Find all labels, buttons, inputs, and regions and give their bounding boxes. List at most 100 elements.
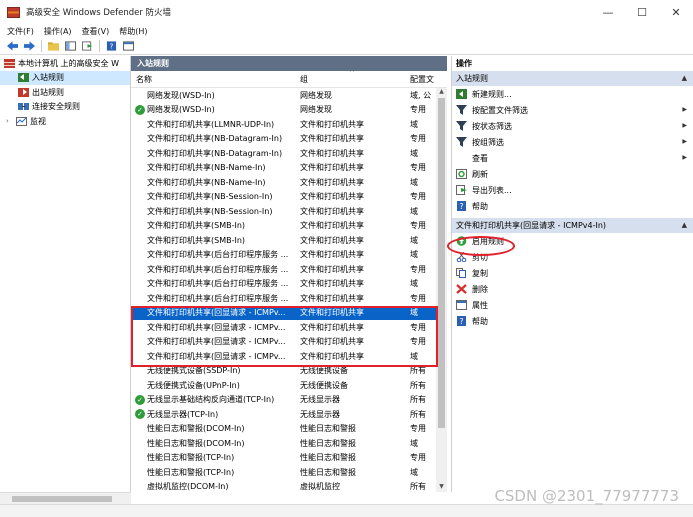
table-row[interactable]: 文件和打印机共享(NB-Name-In) 文件和打印机共享 域 bbox=[131, 175, 436, 190]
action-item[interactable]: 刷新 bbox=[452, 166, 693, 182]
action-item[interactable]: ? 帮助 bbox=[452, 313, 693, 329]
rule-group: 文件和打印机共享 bbox=[300, 293, 364, 303]
tree-item-inbound-rules[interactable]: 入站规则 bbox=[0, 70, 130, 85]
table-row[interactable]: 文件和打印机共享(LLMNR-UDP-In) 文件和打印机共享 域 bbox=[131, 117, 436, 132]
collapse-caret-icon[interactable]: ▲ bbox=[682, 221, 687, 229]
forward-button[interactable] bbox=[22, 40, 36, 53]
rule-profile: 域 bbox=[410, 438, 418, 448]
action-item[interactable]: 按配置文件筛选 ▶ bbox=[452, 102, 693, 118]
menu-file[interactable]: 文件(F) bbox=[7, 26, 34, 37]
table-row[interactable]: 文件和打印机共享(后台打印程序服务 ... 文件和打印机共享 专用 bbox=[131, 291, 436, 306]
column-header-name[interactable]: 名称 bbox=[131, 74, 296, 85]
rule-profile: 专用 bbox=[410, 453, 426, 463]
action-item[interactable]: 复制 bbox=[452, 265, 693, 281]
export-button[interactable] bbox=[80, 40, 94, 53]
table-row[interactable]: ✓ 无线显示器(TCP-In) 无线显示器 所有 bbox=[131, 407, 436, 422]
table-row[interactable]: 性能日志和警报(DCOM-In) 性能日志和警报 域 bbox=[131, 436, 436, 451]
table-row[interactable]: 文件和打印机共享(SMB-In) 文件和打印机共享 域 bbox=[131, 233, 436, 248]
table-row[interactable]: 文件和打印机共享(后台打印程序服务 ... 文件和打印机共享 域 bbox=[131, 248, 436, 263]
tree-item-outbound-rules[interactable]: 出站规则 bbox=[0, 85, 130, 100]
tree-item-monitoring[interactable]: › 监视 bbox=[0, 114, 130, 129]
up-folder-button[interactable] bbox=[46, 40, 60, 53]
table-row[interactable]: 文件和打印机共享(NB-Session-In) 文件和打印机共享 专用 bbox=[131, 190, 436, 205]
rule-name: 无线便携式设备(SSDP-In) bbox=[147, 366, 241, 376]
collapse-caret-icon[interactable]: ▲ bbox=[682, 74, 687, 82]
table-row[interactable]: 网络发现(WSD-In) 网络发现 域, 公 bbox=[131, 88, 436, 103]
action-item[interactable]: 剪切 bbox=[452, 249, 693, 265]
action-item[interactable]: 启用规则 bbox=[452, 233, 693, 249]
table-row[interactable]: 文件和打印机共享(NB-Datagram-In) 文件和打印机共享 域 bbox=[131, 146, 436, 161]
action-item[interactable]: 按组筛选 ▶ bbox=[452, 134, 693, 150]
rule-group: 文件和打印机共享 bbox=[300, 134, 364, 144]
menu-action[interactable]: 操作(A) bbox=[44, 26, 72, 37]
table-row[interactable]: 文件和打印机共享(SMB-In) 文件和打印机共享 专用 bbox=[131, 219, 436, 234]
scroll-thumb[interactable] bbox=[12, 496, 112, 502]
table-row[interactable]: ✓ 网络发现(WSD-In) 网络发现 专用 bbox=[131, 103, 436, 118]
action-item[interactable]: ? 帮助 bbox=[452, 198, 693, 214]
rule-name: 文件和打印机共享(LLMNR-UDP-In) bbox=[147, 119, 275, 129]
action-item[interactable]: 删除 bbox=[452, 281, 693, 297]
disabled-blank-icon bbox=[135, 424, 145, 434]
scroll-up-icon[interactable]: ▲ bbox=[436, 88, 447, 97]
close-button[interactable]: ✕ bbox=[659, 0, 693, 24]
actions-section-inbound[interactable]: 入站规则 ▲ bbox=[452, 71, 693, 86]
actions-section-selected-rule[interactable]: 文件和打印机共享(回显请求 - ICMPv4-In) ▲ bbox=[452, 218, 693, 233]
action-item[interactable]: 导出列表... bbox=[452, 182, 693, 198]
vertical-scrollbar[interactable]: ▲ ▼ bbox=[436, 88, 447, 492]
table-row[interactable]: 文件和打印机共享(后台打印程序服务 ... 文件和打印机共享 域 bbox=[131, 277, 436, 292]
table-row[interactable]: 文件和打印机共享(回显请求 - ICMPv... 文件和打印机共享 专用 bbox=[131, 335, 436, 350]
table-row[interactable]: 文件和打印机共享(NB-Name-In) 文件和打印机共享 专用 bbox=[131, 161, 436, 176]
menu-view[interactable]: 查看(V) bbox=[82, 26, 110, 37]
rule-name: 性能日志和警报(DCOM-In) bbox=[147, 438, 245, 448]
properties-button[interactable] bbox=[121, 40, 135, 53]
rule-profile: 专用 bbox=[410, 221, 426, 231]
show-hide-tree-button[interactable] bbox=[63, 40, 77, 53]
horizontal-scrollbar[interactable] bbox=[0, 492, 131, 504]
delete-icon bbox=[456, 284, 467, 294]
action-item[interactable]: 新建规则... bbox=[452, 86, 693, 102]
rule-name-cell: 文件和打印机共享(后台打印程序服务 ... bbox=[131, 264, 296, 275]
rule-profile: 专用 bbox=[410, 337, 426, 347]
table-row[interactable]: 无线便携式设备(UPnP-In) 无线便携设备 所有 bbox=[131, 378, 436, 393]
action-item[interactable]: 按状态筛选 ▶ bbox=[452, 118, 693, 134]
toolbar-separator bbox=[99, 40, 100, 52]
disabled-blank-icon bbox=[135, 264, 145, 274]
minimize-button[interactable]: — bbox=[591, 0, 625, 24]
connection-security-icon bbox=[18, 103, 29, 111]
enabled-check-icon: ✓ bbox=[135, 394, 145, 405]
table-row[interactable]: 文件和打印机共享(后台打印程序服务 ... 文件和打印机共享 专用 bbox=[131, 262, 436, 277]
column-header-profile[interactable]: 配置文 bbox=[407, 74, 437, 85]
table-row[interactable]: 文件和打印机共享(回显请求 - ICMPv... 文件和打印机共享 域 bbox=[131, 305, 436, 320]
expand-chevron-icon[interactable]: › bbox=[6, 117, 16, 125]
table-row[interactable]: 无线便携式设备(SSDP-In) 无线便携设备 所有 bbox=[131, 364, 436, 379]
refresh-icon bbox=[456, 169, 467, 179]
tree-root[interactable]: 本地计算机 上的高级安全 W bbox=[0, 56, 130, 71]
menu-help[interactable]: 帮助(H) bbox=[119, 26, 147, 37]
pane-header: 入站规则 bbox=[131, 56, 447, 71]
help-button[interactable]: ? bbox=[104, 40, 118, 53]
action-label: 按状态筛选 bbox=[472, 121, 512, 131]
back-button[interactable] bbox=[5, 40, 19, 53]
rule-profile: 域 bbox=[410, 467, 418, 477]
toolbar-separator bbox=[41, 40, 42, 52]
table-row[interactable]: 性能日志和警报(TCP-In) 性能日志和警报 专用 bbox=[131, 451, 436, 466]
scroll-thumb[interactable] bbox=[438, 98, 445, 428]
disabled-blank-icon bbox=[135, 148, 145, 158]
rule-name-cell: 文件和打印机共享(NB-Name-In) bbox=[131, 177, 296, 188]
rule-group: 无线便携设备 bbox=[300, 380, 348, 390]
action-item[interactable]: 查看 ▶ bbox=[452, 150, 693, 166]
table-row[interactable]: 文件和打印机共享(回显请求 - ICMPv... 文件和打印机共享 域 bbox=[131, 349, 436, 364]
tree-item-connection-security-rules[interactable]: 连接安全规则 bbox=[0, 100, 130, 115]
table-row[interactable]: 文件和打印机共享(NB-Session-In) 文件和打印机共享 域 bbox=[131, 204, 436, 219]
table-row[interactable]: 性能日志和警报(TCP-In) 性能日志和警报 域 bbox=[131, 465, 436, 480]
scroll-down-icon[interactable]: ▼ bbox=[436, 483, 447, 492]
table-row[interactable]: 性能日志和警报(DCOM-In) 性能日志和警报 专用 bbox=[131, 422, 436, 437]
table-row[interactable]: 文件和打印机共享(NB-Datagram-In) 文件和打印机共享 专用 bbox=[131, 132, 436, 147]
table-row[interactable]: ✓ 无线显示基础结构反向通道(TCP-In) 无线显示器 所有 bbox=[131, 393, 436, 408]
rule-name-cell: 文件和打印机共享(后台打印程序服务 ... bbox=[131, 293, 296, 304]
rule-group: 文件和打印机共享 bbox=[300, 148, 364, 158]
table-row[interactable]: 虚拟机监控(DCOM-In) 虚拟机监控 所有 bbox=[131, 480, 436, 493]
action-item[interactable]: 属性 bbox=[452, 297, 693, 313]
maximize-button[interactable]: ☐ bbox=[625, 0, 659, 24]
table-row[interactable]: 文件和打印机共享(回显请求 - ICMPv... 文件和打印机共享 专用 bbox=[131, 320, 436, 335]
